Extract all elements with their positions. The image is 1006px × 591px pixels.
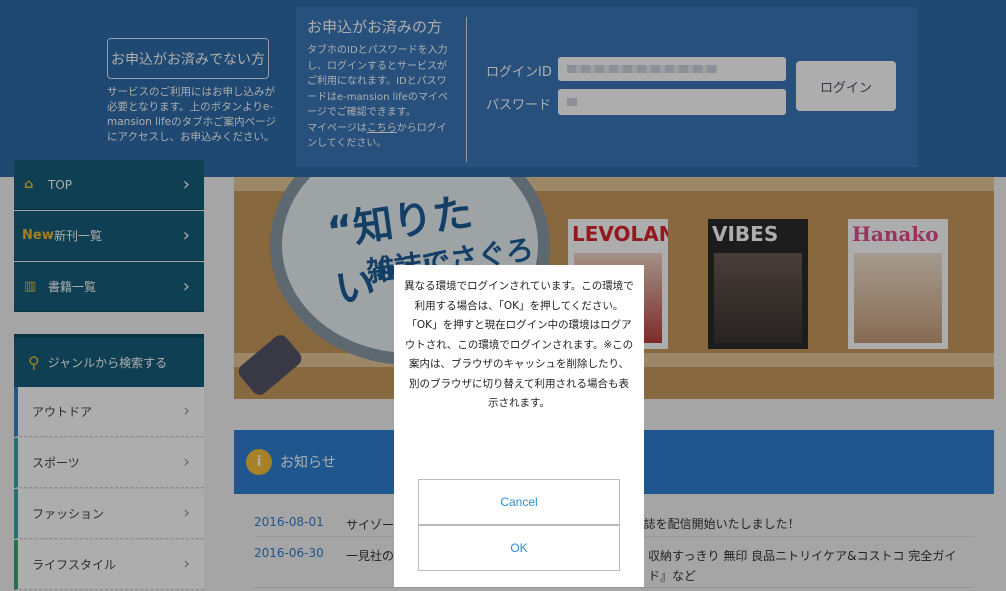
dialog-message: 異なる環境でログインされています。この環境で利用する場合は、「OK」を押してくだ…	[404, 280, 634, 409]
cancel-button[interactable]: Cancel	[418, 479, 620, 525]
session-conflict-dialog: 異なる環境でログインされています。この環境で利用する場合は、「OK」を押してくだ…	[394, 265, 644, 587]
ok-button[interactable]: OK	[418, 525, 620, 571]
